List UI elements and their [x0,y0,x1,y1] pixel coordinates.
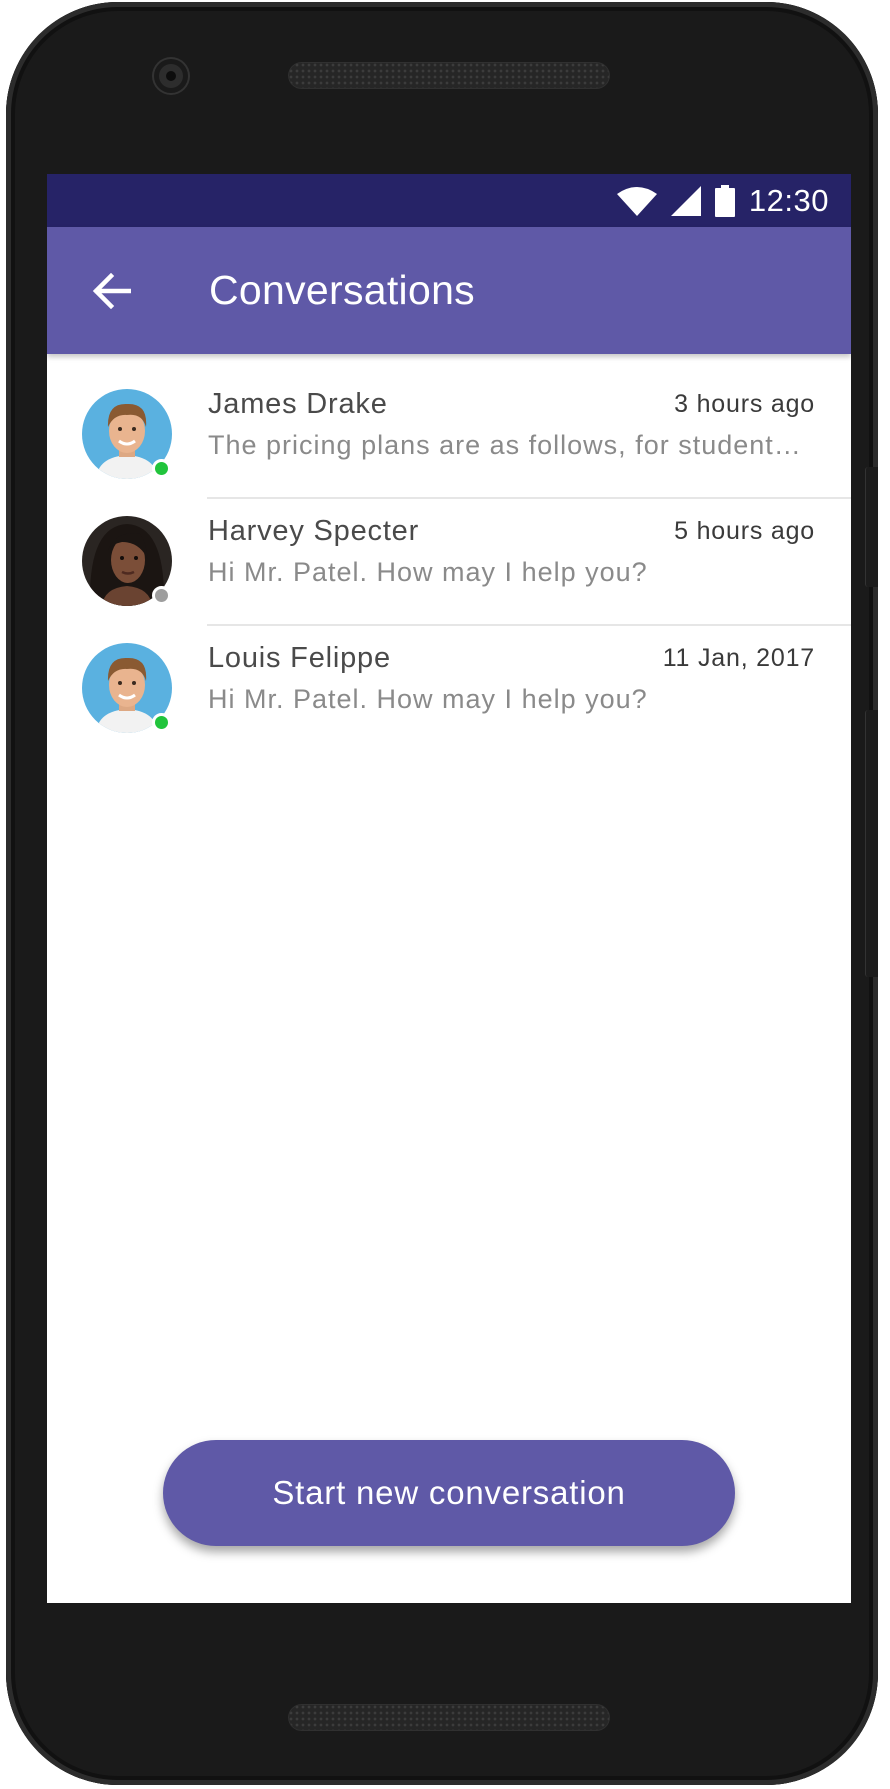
conversation-item-harvey-specter[interactable]: Harvey Specter 5 hours ago Hi Mr. Patel.… [47,499,851,626]
conversation-preview: Hi Mr. Patel. How may I help you? [208,557,648,587]
front-camera [154,59,188,93]
conversation-name: Harvey Specter [208,515,420,547]
cellular-signal-icon [670,185,701,216]
volume-button [865,710,878,977]
arrow-left-icon [92,273,131,309]
earpiece-speaker [288,62,610,89]
conversation-preview: Hi Mr. Patel. How may I help you? [208,684,648,714]
status-bar: 12:30 [47,174,851,227]
offline-status-dot [152,586,171,605]
battery-icon [714,184,735,217]
status-time: 12:30 [748,182,829,218]
online-status-dot [152,713,171,732]
page-title: Conversations [209,267,475,313]
wifi-icon [616,186,657,216]
conversation-item-louis-felippe[interactable]: Louis Felippe 11 Jan, 2017 Hi Mr. Patel.… [47,626,851,753]
app-screen: 12:30 Conversations James Drake 3 hours … [47,174,851,1603]
app-bar: Conversations [47,227,851,354]
back-button[interactable] [85,265,137,317]
conversation-list: James Drake 3 hours ago The pricing plan… [47,372,851,753]
conversation-time: 3 hours ago [674,390,815,418]
status-icons: 12:30 [616,174,829,227]
bottom-speaker [288,1704,610,1731]
conversation-name: James Drake [208,388,388,420]
start-new-conversation-button[interactable]: Start new conversation [163,1440,735,1546]
phone-frame: 12:30 Conversations James Drake 3 hours … [6,2,878,1785]
conversation-preview: The pricing plans are as follows, for st… [208,430,808,460]
power-button [865,467,878,587]
online-status-dot [152,459,171,478]
conversation-item-james-drake[interactable]: James Drake 3 hours ago The pricing plan… [47,372,851,499]
conversation-time: 5 hours ago [674,517,815,545]
conversation-time: 11 Jan, 2017 [662,644,815,672]
conversation-name: Louis Felippe [208,642,391,674]
